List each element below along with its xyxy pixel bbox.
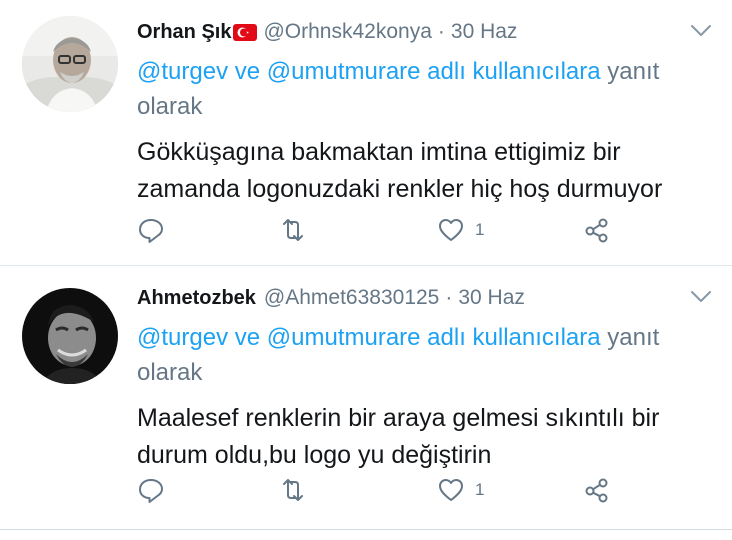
display-name[interactable]: Ahmetozbek — [137, 287, 256, 310]
tweet-text: Maalesef renklerin bir araya gelmesi sık… — [137, 404, 660, 469]
like-count: 1 — [475, 220, 485, 239]
tweet[interactable]: Orhan Şık @Orhnsk42konya · 30 Haz @turge… — [0, 0, 732, 266]
avatar[interactable] — [22, 16, 118, 112]
heart-icon — [439, 479, 463, 501]
like-button[interactable]: 1 — [437, 212, 484, 248]
reply-icon — [139, 219, 163, 243]
tweet-header: Orhan Şık @Orhnsk42konya · 30 Haz — [137, 14, 720, 50]
tweet-actions: 1 — [137, 212, 637, 248]
separator-dot: · — [437, 20, 445, 43]
reply-suffix-text: adlı kullanıcılara — [420, 58, 601, 85]
share-icon — [585, 218, 608, 243]
tweet-date[interactable]: 30 Haz — [451, 20, 518, 44]
like-count: 1 — [475, 480, 485, 499]
tweet-date[interactable]: 30 Haz — [458, 286, 525, 310]
avatar-photo — [22, 288, 118, 384]
tweet-text: Gökküşagına bakmaktan imtina ettigimiz b… — [137, 138, 663, 203]
mention-link[interactable]: @umutmurare — [267, 58, 421, 85]
retweet-button[interactable] — [279, 212, 307, 248]
mention-link[interactable]: @umutmurare — [267, 324, 421, 351]
heart-icon — [439, 219, 463, 241]
chevron-down-icon[interactable] — [690, 290, 712, 304]
reply-connector: ve — [228, 58, 267, 85]
tweet-content: Orhan Şık @Orhnsk42konya · 30 Haz @turge… — [137, 14, 720, 208]
retweet-icon — [283, 219, 303, 241]
reply-suffix-text: adlı kullanıcılara — [420, 324, 601, 351]
tweet[interactable]: Ahmetozbek @Ahmet63830125 · 30 Haz @turg… — [0, 266, 732, 530]
separator-dot: · — [445, 286, 453, 309]
retweet-button[interactable] — [279, 472, 307, 508]
share-icon — [585, 478, 608, 503]
share-button[interactable] — [583, 212, 611, 248]
share-button[interactable] — [583, 472, 611, 508]
reply-context: @turgev ve @umutmurare adlı kullanıcılar… — [137, 54, 720, 124]
user-handle[interactable]: @Orhnsk42konya — [263, 20, 431, 44]
reply-context: @turgev ve @umutmurare adlı kullanıcılar… — [137, 320, 720, 390]
tweet-header: Ahmetozbek @Ahmet63830125 · 30 Haz — [137, 280, 720, 316]
reply-icon — [139, 479, 163, 503]
display-name[interactable]: Orhan Şık — [137, 21, 231, 44]
turkish-flag-icon — [233, 23, 258, 41]
like-button[interactable]: 1 — [437, 472, 484, 508]
avatar-photo — [22, 16, 118, 112]
tweet-content: Ahmetozbek @Ahmet63830125 · 30 Haz @turg… — [137, 280, 720, 474]
reply-button[interactable] — [137, 472, 165, 508]
chevron-down-icon[interactable] — [690, 24, 712, 38]
retweet-icon — [283, 479, 303, 501]
user-handle[interactable]: @Ahmet63830125 — [264, 286, 439, 310]
reply-connector: ve — [228, 324, 267, 351]
mention-link[interactable]: @turgev — [137, 58, 228, 85]
tweet-actions: 1 — [137, 472, 637, 508]
reply-button[interactable] — [137, 212, 165, 248]
mention-link[interactable]: @turgev — [137, 324, 228, 351]
avatar[interactable] — [22, 288, 118, 384]
